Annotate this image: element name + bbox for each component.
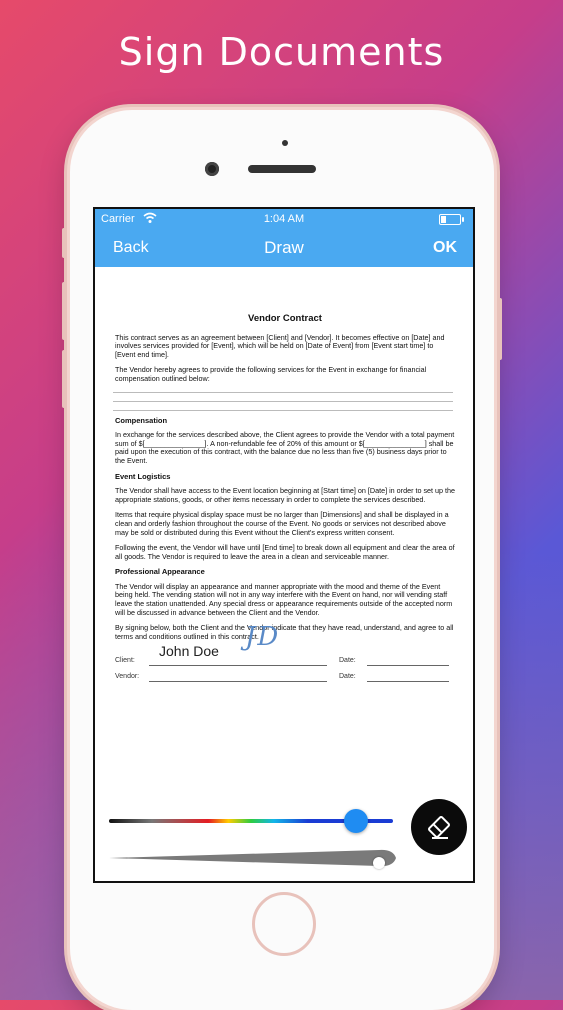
handwritten-signature: JD: [245, 622, 281, 653]
client-label: Client:: [115, 657, 135, 665]
vendor-label: Vendor:: [115, 673, 140, 681]
front-camera: [205, 162, 219, 176]
nav-title: Draw: [264, 238, 304, 257]
date-label: Date:: [339, 657, 356, 665]
vendor-date-line: [367, 681, 449, 683]
client-name: John Doe: [159, 643, 219, 660]
eraser-icon: [428, 816, 450, 839]
volume-down-button: [62, 350, 67, 408]
drawing-tools: [95, 787, 473, 881]
services-line: [113, 409, 453, 411]
volume-up-button: [62, 282, 67, 340]
vendor-signature-line: [149, 681, 327, 683]
appearance-heading: Professional Appearance: [115, 567, 205, 577]
power-button: [497, 298, 502, 360]
ok-button[interactable]: OK: [433, 239, 457, 257]
services-line: [113, 400, 453, 402]
closing-paragraph: By signing below, both the Client and th…: [115, 623, 454, 641]
eraser-button[interactable]: [411, 799, 467, 855]
proximity-sensor: [282, 140, 288, 146]
silent-switch: [62, 228, 67, 258]
color-slider-thumb[interactable]: [344, 809, 369, 833]
home-button[interactable]: [252, 892, 316, 956]
logistics-paragraph: Items that require physical display spac…: [115, 510, 449, 537]
brush-width-thumb[interactable]: [372, 857, 385, 869]
document-title: Vendor Contract: [248, 313, 322, 324]
logistics-paragraph: The Vendor shall have access to the Even…: [115, 486, 456, 504]
brush-width-slider[interactable]: [109, 849, 399, 869]
date-label: Date:: [339, 673, 356, 681]
client-signature-line: [149, 665, 327, 667]
earpiece-speaker: [248, 165, 316, 173]
compensation-paragraph: In exchange for the services described a…: [115, 430, 455, 465]
status-bar: Carrier 1:04 AM: [95, 209, 473, 231]
document-canvas[interactable]: Vendor Contract This contract serves as …: [113, 267, 456, 737]
appearance-paragraph: The Vendor will display an appearance an…: [115, 581, 453, 617]
battery-icon: [439, 214, 464, 225]
nav-bar: Back Draw OK: [95, 231, 473, 267]
phone-frame: Carrier 1:04 AM Back Draw OK Vendor Cont…: [62, 110, 502, 1010]
client-date-line: [367, 665, 449, 667]
services-paragraph: The Vendor hereby agrees to provide the …: [115, 365, 427, 383]
services-line: [113, 391, 453, 393]
signature-area[interactable]: Client: John Doe JD Date: Vendor: Date:: [115, 625, 455, 689]
app-screen: Carrier 1:04 AM Back Draw OK Vendor Cont…: [93, 207, 475, 883]
promo-headline: Sign Documents: [118, 30, 445, 74]
logistics-paragraph: Following the event, the Vendor will hav…: [115, 543, 455, 561]
logistics-heading: Event Logistics: [115, 471, 171, 481]
intro-paragraph: This contract serves as an agreement bet…: [115, 332, 445, 359]
status-time: 1:04 AM: [263, 213, 305, 225]
compensation-heading: Compensation: [115, 415, 168, 425]
